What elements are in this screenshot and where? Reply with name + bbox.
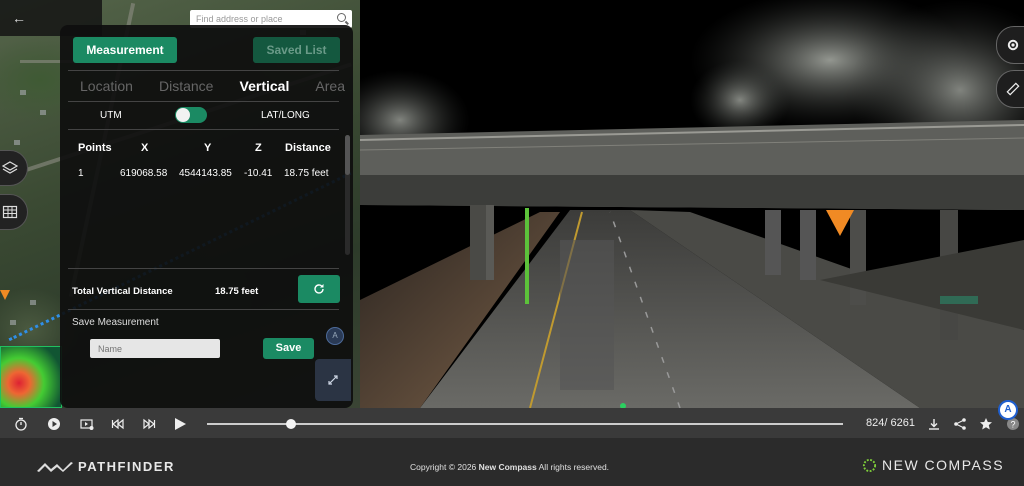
expand-button[interactable] (315, 359, 351, 401)
map-building (14, 140, 20, 145)
divider (68, 309, 339, 310)
search-icon[interactable] (337, 13, 346, 22)
new-compass-logo: NEW COMPASS (882, 457, 1005, 473)
fast-forward-icon (143, 418, 156, 430)
pathfinder-brand: PATHFINDER (78, 459, 175, 474)
refresh-button[interactable] (298, 275, 340, 303)
measurement-panel: Measurement Saved List Location Distance… (60, 25, 353, 408)
share-icon (954, 418, 966, 430)
play-button[interactable] (172, 416, 188, 432)
pathfinder-logo-mark-icon (37, 462, 73, 472)
divider (68, 70, 339, 71)
download-button[interactable] (926, 416, 942, 432)
cell-z: -10.41 (244, 168, 273, 179)
total-vertical-distance-label: Total Vertical Distance (72, 286, 173, 297)
measurement-name-input[interactable] (90, 339, 220, 358)
divider (68, 101, 339, 102)
tab-vertical[interactable]: Vertical (240, 78, 290, 94)
cell-y: 4544143.85 (179, 168, 232, 179)
divider (68, 129, 339, 130)
cell-point: 1 (78, 168, 84, 179)
table-row[interactable]: 1 619068.58 4544143.85 -10.41 18.75 feet (78, 168, 338, 194)
measurement-button[interactable]: Measurement (73, 37, 177, 63)
save-button[interactable]: Save (263, 338, 314, 359)
timeline-slider[interactable] (207, 419, 843, 429)
col-header-points: Points (78, 142, 112, 154)
point-cloud-viewer[interactable] (360, 0, 1024, 408)
app-root: ← Find address or place Measurement Save… (0, 0, 1024, 486)
cell-x: 619068.58 (120, 168, 168, 179)
play-icon (175, 418, 186, 430)
map-building (10, 320, 16, 325)
compass-north-icon[interactable]: A (998, 400, 1018, 420)
map-building (30, 300, 36, 305)
copyright-company: New Compass (478, 462, 537, 472)
table-header-row: Points X Y Z Distance (78, 142, 338, 168)
favorite-button[interactable] (978, 416, 994, 432)
toggle-knob (176, 108, 190, 122)
footer: PATHFINDER Copyright © 2026 New Compass … (0, 438, 1024, 486)
fast-forward-button[interactable] (141, 416, 157, 432)
divider (68, 268, 339, 269)
map-building (20, 90, 26, 95)
col-header-x: X (141, 142, 149, 154)
play-circle-button[interactable] (46, 416, 62, 432)
timer-button[interactable] (13, 416, 29, 432)
stopwatch-icon (15, 417, 27, 431)
search-placeholder: Find address or place (196, 14, 283, 24)
measurement-tabs: Location Distance Vertical Area (80, 78, 345, 94)
settings-button[interactable] (996, 26, 1024, 64)
layers-button[interactable] (0, 150, 28, 186)
copyright-prefix: Copyright © 2026 (410, 462, 479, 472)
minimap-heatmap[interactable] (0, 346, 62, 408)
utm-label: UTM (100, 110, 122, 121)
arrow-left-icon: ← (12, 10, 26, 26)
col-header-distance: Distance (285, 142, 331, 154)
layers-icon (2, 161, 18, 174)
play-circle-icon (48, 418, 60, 430)
copyright-suffix: All rights reserved. (536, 462, 610, 472)
tab-distance[interactable]: Distance (159, 78, 213, 94)
save-measurement-title: Save Measurement (72, 317, 159, 328)
star-icon (980, 418, 992, 430)
map-building (40, 110, 46, 115)
table-grid-icon (2, 205, 18, 219)
points-table: Points X Y Z Distance 1 619068.58 454414… (78, 142, 338, 194)
share-button[interactable] (952, 416, 968, 432)
table-button[interactable] (0, 194, 28, 230)
download-icon (929, 419, 939, 430)
expand-diagonal-icon (328, 375, 338, 385)
compass-icon[interactable]: A (326, 327, 344, 345)
measure-tool-button[interactable] (996, 70, 1024, 108)
refresh-icon (314, 284, 324, 294)
copyright-text: Copyright © 2026 New Compass All rights … (410, 462, 609, 472)
col-header-y: Y (204, 142, 212, 154)
gear-icon (1007, 39, 1019, 51)
tab-location[interactable]: Location (80, 78, 133, 94)
total-vertical-distance-value: 18.75 feet (215, 286, 259, 297)
saved-list-button[interactable]: Saved List (253, 37, 340, 63)
tab-area[interactable]: Area (315, 78, 345, 94)
table-scrollbar[interactable] (345, 135, 350, 255)
video-settings-button[interactable] (79, 416, 95, 432)
svg-text:?: ? (1010, 420, 1015, 430)
map-position-marker-icon (0, 290, 10, 300)
coordinate-toggle-switch[interactable] (175, 107, 207, 123)
video-settings-icon (80, 419, 94, 430)
latlong-label: LAT/LONG (261, 110, 310, 121)
new-compass-logo-mark-icon (862, 458, 877, 473)
col-header-z: Z (255, 142, 262, 154)
cell-distance: 18.75 feet (284, 168, 329, 179)
rewind-icon (111, 418, 124, 430)
frame-counter: 824/ 6261 (866, 417, 915, 429)
coordinate-toggle-row: UTM LAT/LONG (60, 107, 353, 127)
timeline-thumb[interactable] (285, 419, 296, 429)
point-cloud-scene (360, 0, 1024, 408)
playback-bar: 824/ 6261 ? (0, 408, 1024, 438)
rewind-button[interactable] (110, 416, 126, 432)
ruler-icon (1006, 82, 1020, 96)
